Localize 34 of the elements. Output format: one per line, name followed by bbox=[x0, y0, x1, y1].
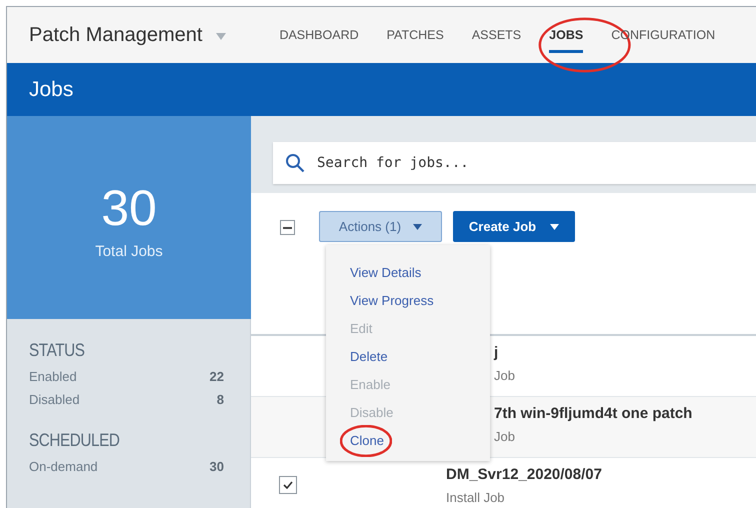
filter-heading: SCHEDULED bbox=[29, 429, 121, 451]
nav-tab[interactable]: ASSETS bbox=[472, 7, 522, 63]
job-name[interactable]: j bbox=[494, 344, 515, 362]
total-count: 30 bbox=[101, 183, 157, 234]
job-type: Job bbox=[494, 368, 515, 384]
filter-count: 8 bbox=[216, 390, 224, 409]
menu-item[interactable]: Delete bbox=[350, 347, 388, 367]
caret-icon bbox=[413, 224, 422, 230]
check-icon bbox=[283, 481, 293, 489]
nav-tab[interactable]: JOBS bbox=[549, 7, 584, 63]
total-label: Total Jobs bbox=[95, 242, 163, 262]
nav-tab[interactable]: DASHBOARD bbox=[279, 7, 359, 63]
app-title: Patch Management bbox=[29, 23, 202, 48]
job-type: Install Job bbox=[446, 490, 506, 506]
page-title: Jobs bbox=[29, 76, 74, 103]
menu-item[interactable]: View Details bbox=[350, 263, 422, 283]
search-field[interactable]: Search for jobs... bbox=[273, 142, 756, 184]
filter-heading: STATUS bbox=[29, 339, 86, 361]
menu-item[interactable]: View Progress bbox=[350, 291, 434, 311]
filter-count: 30 bbox=[210, 458, 224, 476]
job-type: Job bbox=[494, 429, 516, 445]
filter-label[interactable]: Enabled bbox=[29, 366, 77, 386]
job-name[interactable]: 7th win-9fljumd4t one patch bbox=[494, 405, 692, 423]
select-all-checkbox[interactable] bbox=[280, 220, 295, 235]
create-job-button[interactable]: Create Job bbox=[453, 211, 575, 242]
filter-label[interactable]: Disabled bbox=[29, 390, 80, 410]
search-icon bbox=[285, 153, 305, 173]
job-name[interactable]: DM_Svr12_2020/08/07 bbox=[446, 466, 602, 484]
nav-tab[interactable]: PATCHES bbox=[386, 7, 444, 63]
row-checkbox[interactable] bbox=[279, 476, 297, 494]
actions-button[interactable]: Actions (1) bbox=[319, 211, 442, 242]
filter-label[interactable]: On-demand bbox=[29, 456, 98, 476]
filter-count: 22 bbox=[210, 368, 224, 386]
caret-icon bbox=[550, 224, 560, 230]
